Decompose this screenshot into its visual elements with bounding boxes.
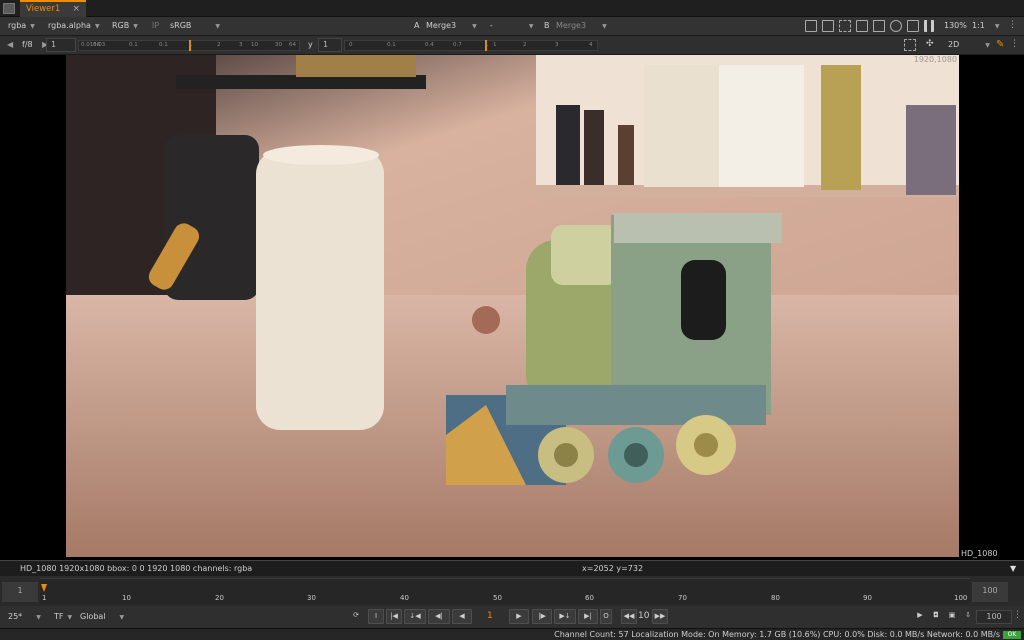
first-frame-button[interactable]: |◀ xyxy=(386,609,402,624)
loop-icon[interactable]: ⟳ xyxy=(348,609,364,624)
status-bar: Channel Count: 57 Localization Mode: On … xyxy=(0,628,1024,640)
timeline-track[interactable]: 1 10 20 30 40 50 60 70 80 90 100 xyxy=(40,578,970,604)
format-info: HD_1080 1920x1080 bbox: 0 0 1920 1080 ch… xyxy=(20,564,253,573)
lock-icon[interactable]: ▣ xyxy=(944,609,960,624)
ok-badge: OK xyxy=(1003,631,1021,639)
timeline-start-field[interactable]: 1 xyxy=(2,582,38,602)
frame-field[interactable]: 1 xyxy=(46,38,76,52)
resolution-bottom-label: HD_1080 xyxy=(961,549,998,558)
target-icon[interactable] xyxy=(907,20,919,32)
flipbook-icon[interactable]: ▶ xyxy=(912,609,928,624)
alpha-dropdown[interactable]: rgba.alpha ▼ xyxy=(44,19,104,33)
skip-back-button[interactable]: ◀◀ xyxy=(621,609,637,624)
close-icon[interactable]: × xyxy=(72,4,80,14)
scene-image xyxy=(66,55,959,557)
controls-more-icon[interactable]: ⋮ xyxy=(1013,610,1022,620)
tab-label: Viewer1 xyxy=(26,4,61,14)
clipping-icon[interactable] xyxy=(822,20,834,32)
step-field[interactable]: 10 xyxy=(638,611,649,621)
info-bar: HD_1080 1920x1080 bbox: 0 0 1920 1080 ch… xyxy=(0,560,1024,576)
region-icon[interactable] xyxy=(904,39,916,51)
overlay-icon[interactable] xyxy=(856,20,868,32)
playhead[interactable] xyxy=(41,584,47,592)
input-b-dropdown[interactable]: Merge3 ▼ xyxy=(552,19,611,33)
lut-dropdown[interactable]: sRGB ▼ xyxy=(166,19,224,33)
prev-keyframe-button[interactable]: ↓◀ xyxy=(404,609,426,624)
fps-dropdown[interactable]: 25* ▼ xyxy=(4,610,45,624)
play-backward-button[interactable]: ◀ xyxy=(452,609,472,624)
ratio-dropdown[interactable]: 1:1 ▼ xyxy=(968,19,1004,33)
current-frame[interactable]: 1 xyxy=(487,611,493,621)
status-text: Channel Count: 57 Localization Mode: On … xyxy=(554,630,1000,639)
channels-dropdown[interactable]: rgba ▼ xyxy=(4,19,39,33)
zoom-dropdown[interactable]: 130% xyxy=(940,19,971,33)
view-mode-dropdown[interactable]: 2D ▼ xyxy=(944,38,994,52)
ip-toggle[interactable]: IP xyxy=(148,19,163,33)
fstop-label[interactable]: f/8 xyxy=(18,38,37,52)
playback-controls: 25* ▼ TF ▼ Global ▼ ⟳ I |◀ ↓◀ ◀| ◀ 1 ▶ |▶ ▶… xyxy=(0,606,1024,628)
checker-icon[interactable] xyxy=(839,20,851,32)
pane-menu-icon[interactable] xyxy=(3,3,15,14)
tf-dropdown[interactable]: TF ▼ xyxy=(50,610,76,624)
timeline: 1 1 10 20 30 40 50 60 70 80 90 100 100 xyxy=(0,576,1024,606)
export-icon[interactable]: ⇩ xyxy=(960,609,976,624)
more-icon[interactable]: ⋮ xyxy=(1008,20,1020,32)
refresh-icon[interactable] xyxy=(890,20,902,32)
info-menu-icon[interactable]: ▼ xyxy=(1010,564,1016,573)
end-frame-field[interactable]: 100 xyxy=(976,610,1012,624)
gamma-label: y xyxy=(308,40,313,49)
pause-icon[interactable] xyxy=(924,20,934,32)
timeline-end-field[interactable]: 100 xyxy=(972,582,1008,602)
viewer-toolbar: rgba ▼ rgba.alpha ▼ RGB ▼ IP sRGB ▼ A Merge3… xyxy=(0,17,1024,36)
lines-icon[interactable] xyxy=(873,20,885,32)
roi-icon[interactable] xyxy=(805,20,817,32)
last-frame-button[interactable]: ▶| xyxy=(578,609,598,624)
paint-brush-icon[interactable]: ✎ xyxy=(996,39,1008,51)
next-keyframe-button[interactable]: ▶↓ xyxy=(554,609,576,624)
gamma-slider[interactable]: 0 0.1 0.4 0.7 1 1 2 3 4 xyxy=(344,40,598,51)
gamma-field[interactable]: 1 xyxy=(318,38,342,52)
more-icon-2[interactable]: ⋮ xyxy=(1010,39,1022,51)
resolution-top-label: 1920,1080 xyxy=(913,55,957,64)
scope-dropdown[interactable]: Global ▼ xyxy=(76,610,128,624)
out-point-button[interactable]: O xyxy=(600,609,612,624)
color-dropdown[interactable]: RGB ▼ xyxy=(108,19,142,33)
in-point-button[interactable]: I xyxy=(368,609,384,624)
tab-viewer1[interactable]: Viewer1 × xyxy=(20,0,86,17)
mix-dropdown[interactable]: - ▼ xyxy=(486,19,538,33)
viewer-toolbar-2: ◀ f/8 ▶ 1 0.0156 0.03 0.1 0.1 1 2 3 10 3… xyxy=(0,36,1024,55)
next-frame-button[interactable]: |▶ xyxy=(532,609,552,624)
capture-icon[interactable]: ◘ xyxy=(928,609,944,624)
tab-bar: Viewer1 × xyxy=(0,0,1024,17)
prev-frame-button[interactable]: ◀| xyxy=(428,609,450,624)
skip-forward-button[interactable]: ▶▶ xyxy=(652,609,668,624)
transform-icon[interactable]: ✣ xyxy=(926,39,938,51)
gain-left-arrow-icon[interactable]: ◀ xyxy=(3,38,17,52)
viewer-canvas[interactable]: 1920,1080 HD_1080 xyxy=(0,55,1024,560)
gain-slider[interactable]: 0.0156 0.03 0.1 0.1 1 2 3 10 30 64 xyxy=(78,40,300,51)
cursor-coords: x=2052 y=732 xyxy=(582,564,644,573)
play-forward-button[interactable]: ▶ xyxy=(509,609,529,624)
image-frame: 1920,1080 xyxy=(66,55,959,557)
input-a-dropdown[interactable]: Merge3 ▼ xyxy=(422,19,481,33)
